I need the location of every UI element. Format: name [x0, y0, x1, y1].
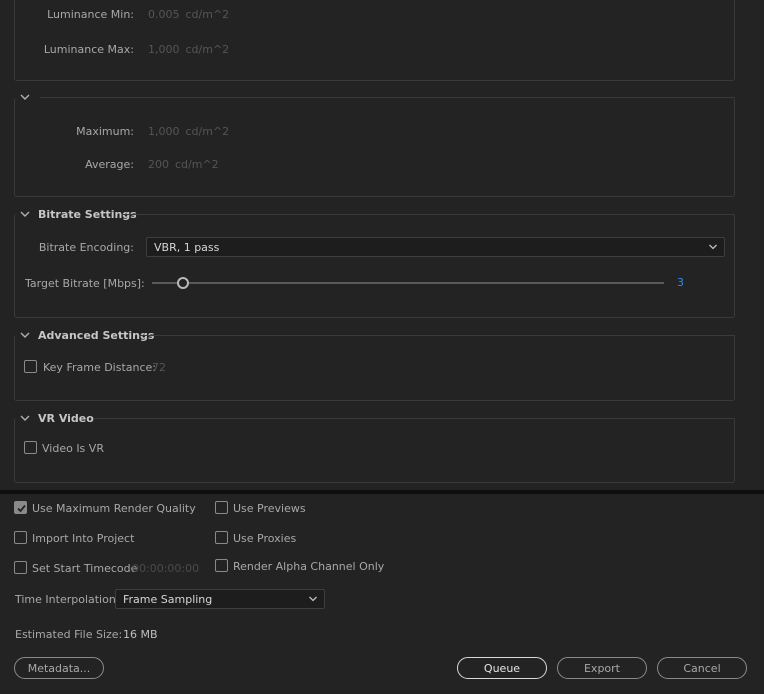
maximum-unit: cd/m^2: [185, 125, 230, 138]
import-into-project-label: Import Into Project: [32, 532, 135, 545]
average-label: Average:: [85, 158, 134, 171]
video-is-vr-checkbox[interactable]: [24, 441, 37, 454]
luminance-min-value[interactable]: 0.005 cd/m^2: [148, 8, 229, 21]
use-proxies-checkbox[interactable]: [215, 531, 228, 544]
render-alpha-only-label: Render Alpha Channel Only: [233, 560, 385, 573]
maximum-value[interactable]: 1,000 cd/m^2: [148, 125, 229, 138]
key-frame-distance-label: Key Frame Distance:: [43, 361, 157, 374]
time-interpolation-label: Time Interpolation:: [15, 593, 120, 606]
time-interpolation-value: Frame Sampling: [123, 592, 213, 606]
maximum-label: Maximum:: [76, 125, 134, 138]
average-value[interactable]: 200 cd/m^2: [148, 158, 219, 171]
use-max-render-quality-label: Use Maximum Render Quality: [32, 502, 196, 515]
target-bitrate-label: Target Bitrate [Mbps]:: [25, 277, 145, 290]
set-start-timecode-checkbox[interactable]: [14, 561, 27, 574]
key-frame-distance-checkbox[interactable]: [24, 360, 37, 373]
luminance-min-unit: cd/m^2: [185, 8, 230, 21]
start-timecode-value[interactable]: 00:00:00:00: [132, 562, 199, 575]
content-light-group: [14, 98, 735, 197]
vr-group: [14, 418, 735, 483]
target-bitrate-slider-track[interactable]: [152, 282, 664, 284]
queue-button[interactable]: Queue: [457, 657, 547, 679]
luminance-min-label: Luminance Min:: [47, 8, 134, 21]
average-number[interactable]: 200: [148, 158, 169, 171]
luminance-max-unit: cd/m^2: [185, 43, 230, 56]
bitrate-encoding-value: VBR, 1 pass: [154, 240, 220, 254]
bitrate-group: [14, 214, 735, 318]
use-previews-checkbox[interactable]: [215, 501, 228, 514]
target-bitrate-value[interactable]: 3: [677, 276, 684, 289]
render-alpha-only-checkbox[interactable]: [215, 559, 228, 572]
luminance-max-label: Luminance Max:: [43, 43, 134, 56]
bitrate-encoding-label: Bitrate Encoding:: [38, 241, 134, 254]
export-button[interactable]: Export: [557, 657, 647, 679]
bitrate-encoding-dropdown[interactable]: VBR, 1 pass: [146, 237, 725, 257]
key-frame-distance-value[interactable]: 72: [152, 361, 166, 374]
average-unit: cd/m^2: [175, 158, 219, 171]
use-previews-label: Use Previews: [233, 502, 306, 515]
video-is-vr-label: Video Is VR: [42, 442, 104, 455]
estimated-file-size-label: Estimated File Size:: [15, 628, 123, 641]
maximum-number[interactable]: 1,000: [148, 125, 180, 138]
luminance-min-number[interactable]: 0.005: [148, 8, 180, 21]
use-proxies-label: Use Proxies: [233, 532, 297, 545]
luminance-max-value[interactable]: 1,000 cd/m^2: [148, 43, 229, 56]
use-max-render-quality-checkbox[interactable]: [14, 501, 27, 514]
luminance-max-number[interactable]: 1,000: [148, 43, 180, 56]
export-settings-panel: Luminance Min: 0.005 cd/m^2 Luminance Max…: [0, 0, 764, 490]
metadata-button[interactable]: Metadata...: [14, 657, 104, 679]
time-interpolation-dropdown[interactable]: Frame Sampling: [115, 589, 325, 609]
cancel-button[interactable]: Cancel: [657, 657, 747, 679]
set-start-timecode-label: Set Start Timecode: [32, 562, 138, 575]
checkmark-icon: [17, 504, 26, 513]
target-bitrate-slider-handle[interactable]: [176, 277, 189, 289]
import-into-project-checkbox[interactable]: [14, 531, 27, 544]
chevron-down-icon: [709, 244, 717, 250]
chevron-down-icon: [309, 596, 317, 602]
estimated-file-size-value: 16 MB: [123, 628, 158, 641]
